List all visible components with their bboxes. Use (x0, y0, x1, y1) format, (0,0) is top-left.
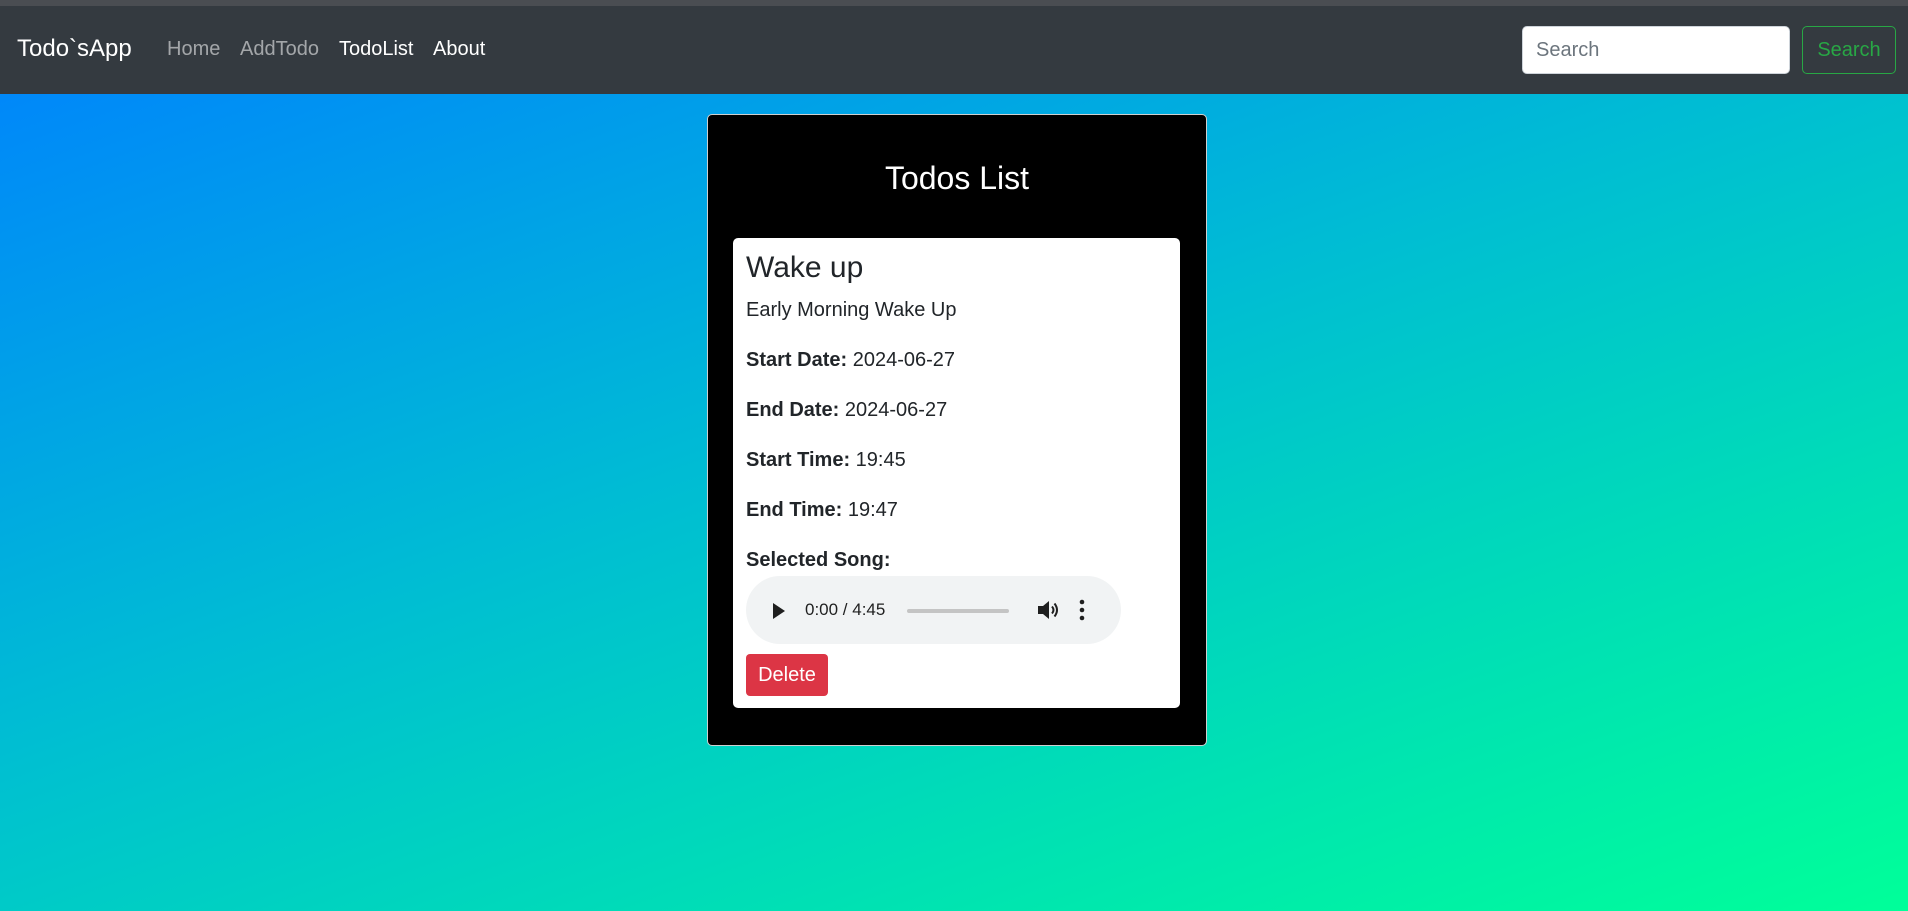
delete-button[interactable]: Delete (746, 654, 828, 696)
selected-song-row: Selected Song: (746, 549, 890, 572)
end-time-row: End Time: 19:47 (746, 499, 898, 522)
todo-title: Wake up (746, 251, 864, 284)
start-time-value: 19:45 (855, 449, 906, 471)
end-date-value: 2024-06-27 (844, 399, 948, 421)
page-title: Todos List (884, 160, 1030, 196)
search-input[interactable] (1522, 26, 1790, 74)
end-date-label: End Date: (746, 399, 840, 421)
audio-time: 0:00 / 4:45 (805, 600, 886, 619)
todo-description: Early Morning Wake Up (746, 299, 957, 321)
more-vertical-icon[interactable] (1078, 599, 1086, 621)
todo-card: Wake up Early Morning Wake Up Start Date… (733, 238, 1180, 708)
navbar: Todo`sApp Home AddTodo TodoList About Se… (0, 6, 1908, 94)
end-time-value: 19:47 (847, 499, 898, 521)
volume-icon[interactable] (1036, 599, 1060, 621)
nav-link-home[interactable]: Home (167, 38, 220, 61)
audio-player: 0:00 / 4:45 (746, 576, 1121, 644)
audio-progress-slider[interactable] (907, 609, 1009, 613)
nav-link-about[interactable]: About (433, 38, 485, 61)
end-time-label: End Time: (746, 499, 843, 521)
todos-panel: Todos List Wake up Early Morning Wake Up… (707, 114, 1207, 746)
start-date-label: Start Date: (746, 349, 848, 371)
nav-link-addtodo[interactable]: AddTodo (240, 38, 319, 61)
start-date-value: 2024-06-27 (852, 349, 956, 371)
play-icon[interactable] (773, 603, 785, 619)
search-button[interactable]: Search (1802, 26, 1896, 74)
start-date-row: Start Date: 2024-06-27 (746, 349, 955, 372)
start-time-row: Start Time: 19:45 (746, 449, 906, 472)
nav-link-todolist[interactable]: TodoList (339, 38, 414, 61)
selected-song-label: Selected Song: (746, 549, 891, 571)
brand-logo[interactable]: Todo`sApp (17, 35, 132, 63)
start-time-label: Start Time: (746, 449, 851, 471)
end-date-row: End Date: 2024-06-27 (746, 399, 947, 422)
